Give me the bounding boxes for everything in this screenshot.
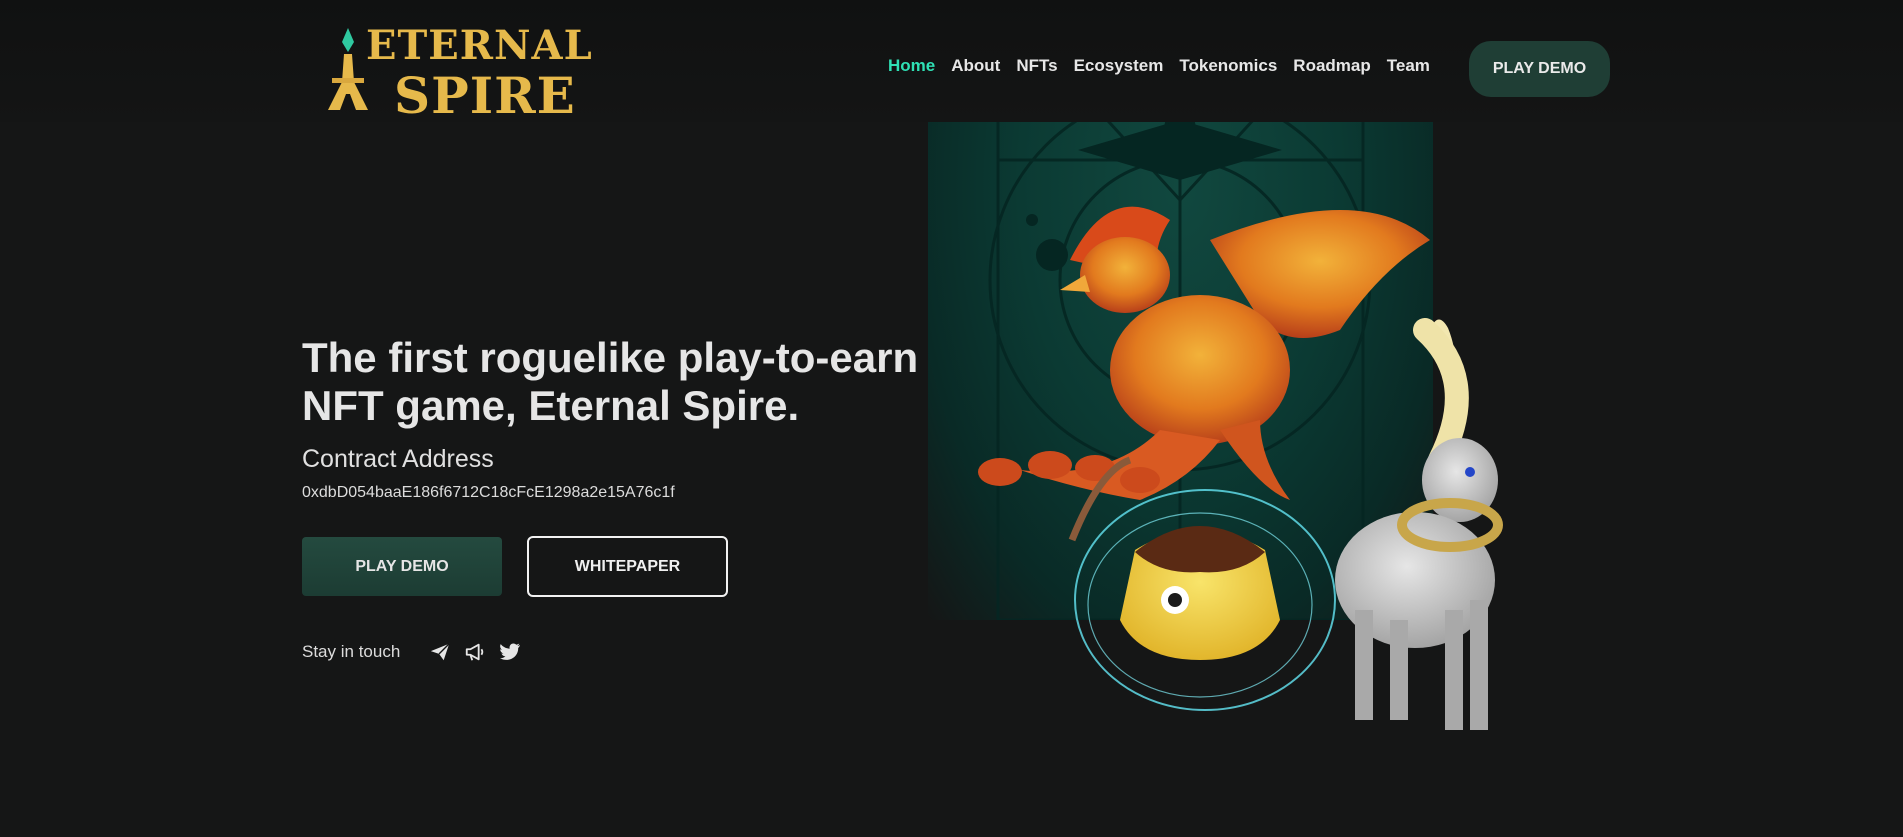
stay-in-touch: Stay in touch	[302, 640, 533, 664]
nav-play-demo-button[interactable]: PLAY DEMO	[1469, 41, 1610, 97]
nav-about[interactable]: About	[951, 56, 1000, 76]
nft-creatures-illustration	[960, 180, 1580, 820]
twitter-icon[interactable]	[498, 640, 522, 664]
main-nav: Home About NFTs Ecosystem Tokenomics Roa…	[888, 56, 1446, 76]
nav-ecosystem[interactable]: Ecosystem	[1074, 56, 1164, 76]
logo-text-spire: SPIRE	[394, 66, 576, 125]
logo-text-eternal: ETERNAL	[366, 22, 593, 69]
nav-roadmap[interactable]: Roadmap	[1293, 56, 1370, 76]
nav-home[interactable]: Home	[888, 56, 935, 76]
megaphone-icon[interactable]	[463, 640, 487, 664]
nav-team[interactable]: Team	[1387, 56, 1430, 76]
contract-address-value[interactable]: 0xdbD054baaE186f6712C18cFcE1298a2e15A76c…	[302, 484, 675, 502]
contract-address-label: Contract Address	[302, 445, 494, 473]
moon-dog-creature	[1335, 318, 1503, 730]
stay-in-touch-label: Stay in touch	[302, 642, 401, 661]
telegram-icon[interactable]	[428, 640, 452, 664]
phoenix-creature	[978, 206, 1430, 500]
nav-tokenomics[interactable]: Tokenomics	[1179, 56, 1277, 76]
nav-nfts[interactable]: NFTs	[1016, 56, 1057, 76]
spire-logo-icon	[328, 28, 368, 110]
pudding-creature	[1068, 456, 1336, 711]
play-demo-button[interactable]: PLAY DEMO	[302, 537, 502, 596]
page: ETERNAL SPIRE Home About NFTs Ecosystem …	[0, 0, 1903, 837]
whitepaper-button[interactable]: WHITEPAPER	[527, 536, 728, 597]
hero-title: The first roguelike play-to-earn NFT gam…	[302, 334, 919, 429]
eternal-spire-logo[interactable]: ETERNAL SPIRE	[308, 22, 592, 125]
